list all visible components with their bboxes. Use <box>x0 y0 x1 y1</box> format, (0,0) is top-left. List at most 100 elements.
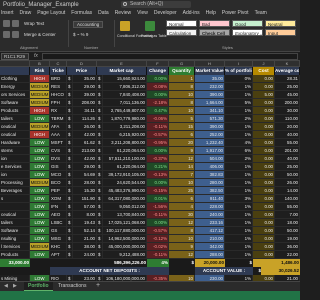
cell-quantity[interactable]: 10 <box>169 91 195 99</box>
cell-risk[interactable]: LOW <box>30 147 50 155</box>
align-icon[interactable] <box>3 20 10 27</box>
cell-price[interactable]: 24.00 <box>73 251 97 259</box>
cell-price[interactable]: 19.43 <box>73 219 97 227</box>
cell-quantity[interactable]: 1 <box>169 75 195 83</box>
cell-name[interactable]: l Services <box>0 243 30 251</box>
cell-name[interactable]: e Services <box>0 163 30 171</box>
cell-market-value[interactable]: 571.30 <box>195 115 225 123</box>
cell-quantity[interactable]: 10 <box>169 179 195 187</box>
menu-power-pivot[interactable]: Power Pivot <box>222 10 249 16</box>
cell-market-value[interactable]: 1,917.00 <box>195 147 225 155</box>
cell-average-cost[interactable]: 30.00 <box>275 107 300 115</box>
cell-risk[interactable]: LOW <box>30 235 50 243</box>
cell-name[interactable] <box>0 203 30 211</box>
cell-price[interactable]: 61.62 <box>73 139 97 147</box>
cell-change[interactable]: -0.13% <box>147 171 169 179</box>
cell-ticker[interactable]: MSFT <box>50 139 67 147</box>
cell-ticker[interactable]: PEP <box>50 187 67 195</box>
cell-ticker[interactable]: RX <box>50 107 67 115</box>
cell-name[interactable]: ceutical <box>0 131 30 139</box>
cell-risk[interactable]: LOW <box>30 115 50 123</box>
cell-cost[interactable]: 0.00 <box>253 83 275 91</box>
cell-cost[interactable]: 0.00 <box>253 99 275 107</box>
cell-price[interactable]: 52.14 <box>73 227 97 235</box>
cell-name[interactable]: stems <box>0 147 30 155</box>
cell-price[interactable]: 57.00 <box>73 203 97 211</box>
cell-name[interactable]: Products <box>0 251 30 259</box>
cell-pct-portfolio[interactable]: 0% <box>225 75 253 83</box>
menu-draw[interactable]: Draw <box>20 10 32 16</box>
cell-ticker[interactable]: BCO <box>50 179 67 187</box>
header-ticker[interactable]: Ticke <box>50 67 67 75</box>
cell-average-cost[interactable]: 40.00 <box>275 155 300 163</box>
format-as-table-icon[interactable] <box>145 21 155 31</box>
cell-change[interactable]: 0.00% <box>147 91 169 99</box>
cell-quantity[interactable]: 12 <box>169 155 195 163</box>
cell-quantity[interactable]: 6 <box>169 131 195 139</box>
cell-price[interactable]: 213.00 <box>73 147 97 155</box>
cell-change[interactable]: -0.06% <box>147 115 169 123</box>
cell-risk[interactable]: LOW <box>30 211 50 219</box>
cell-market-value[interactable]: 233.16 <box>195 219 225 227</box>
cell-price[interactable]: 114.26 <box>73 115 97 123</box>
cell-market-value[interactable]: 240.00 <box>195 211 225 219</box>
cell-ticker[interactable]: APT <box>50 251 67 259</box>
menu-review[interactable]: Review <box>115 10 131 16</box>
cell-name[interactable]: Clothing <box>0 75 30 83</box>
cell-ticker[interactable]: AAA <box>50 131 67 139</box>
cell-risk[interactable]: MEDIUM <box>30 83 50 91</box>
cell-average-cost[interactable]: 7.00 <box>275 211 300 219</box>
cell-average-cost[interactable]: 14.00 <box>275 187 300 195</box>
cell-average-cost[interactable]: 25.00 <box>275 163 300 171</box>
cell-cost[interactable]: 5.00 <box>253 91 275 99</box>
formula-input[interactable] <box>42 53 298 60</box>
cell-quantity[interactable]: 12 <box>169 251 195 259</box>
cell-market-cap[interactable]: 57,511,210,100.00 <box>103 155 147 163</box>
cell-quantity[interactable]: 30 <box>169 211 195 219</box>
cell-quantity[interactable]: 5 <box>169 115 195 123</box>
cell-market-value[interactable]: 280.00 <box>195 179 225 187</box>
totals-change[interactable]: 4% <box>147 259 169 267</box>
cell-market-cap[interactable]: 14,962,500,000.00 <box>103 235 147 243</box>
cell-average-cost[interactable]: 19.00 <box>275 235 300 243</box>
sheet-next-icon[interactable]: ▶ <box>13 283 17 289</box>
cell-market-value[interactable]: 1,664.00 <box>195 99 225 107</box>
cell-change[interactable]: 0.01% <box>147 195 169 203</box>
cell-cost[interactable]: 0.00 <box>253 155 275 163</box>
menu-data[interactable]: Data <box>98 10 109 16</box>
cell-pct-portfolio[interactable]: 1% <box>225 243 253 251</box>
spreadsheet-grid[interactable]: BCDEFGHIJK Risk Ticke Price Market cap C… <box>0 61 300 281</box>
header-market-value[interactable]: Market Value <box>195 67 225 75</box>
cell-ticker[interactable]: IFN <box>50 203 67 211</box>
cell-average-cost[interactable]: 20.00 <box>275 123 300 131</box>
cell-risk[interactable]: LOW <box>30 203 50 211</box>
cell-pct-portfolio[interactable]: 1% <box>225 131 253 139</box>
cell-name[interactable]: ion <box>0 155 30 163</box>
number-symbols[interactable]: $ ~ % 9 <box>73 32 88 37</box>
cell-market-cap[interactable]: 7,840,408.00 <box>103 91 147 99</box>
cell-average-cost[interactable]: 36.00 <box>275 243 300 251</box>
cell-average-cost[interactable]: 200.00 <box>275 99 300 107</box>
cell-market-cap[interactable]: 13,700,840.00 <box>103 211 147 219</box>
cell-risk[interactable]: MEDIUM <box>30 99 50 107</box>
cell-risk[interactable]: MEDIUM <box>30 179 50 187</box>
menu-add-ins[interactable]: Add-ins <box>183 10 200 16</box>
cell-price[interactable]: 8.00 <box>73 211 97 219</box>
cell-cost[interactable]: 0.00 <box>253 75 275 83</box>
cell-risk[interactable]: MEDIUM <box>30 243 50 251</box>
cell-risk[interactable]: LOW <box>30 139 50 147</box>
cell-market-value[interactable]: 382.50 <box>195 187 225 195</box>
cell-market-value[interactable]: 504.00 <box>195 155 225 163</box>
cell-quantity[interactable]: 14 <box>169 163 195 171</box>
cell-market-value[interactable]: 382.83 <box>195 171 225 179</box>
cell-quantity[interactable]: 10 <box>169 235 195 243</box>
cell-price[interactable]: 208.00 <box>73 99 97 107</box>
cell-price[interactable]: 54.69 <box>73 171 97 179</box>
cell-pct-portfolio[interactable]: 2% <box>225 155 253 163</box>
cell-pct-portfolio[interactable]: 1% <box>225 235 253 243</box>
conditional-formatting-icon[interactable] <box>120 21 130 31</box>
cell-market-value[interactable]: 288.00 <box>195 251 225 259</box>
cell-market-value[interactable]: 341.10 <box>195 107 225 115</box>
cell-change[interactable]: -0.11% <box>147 211 169 219</box>
merge-center-button[interactable]: Merge & Center <box>24 32 56 37</box>
